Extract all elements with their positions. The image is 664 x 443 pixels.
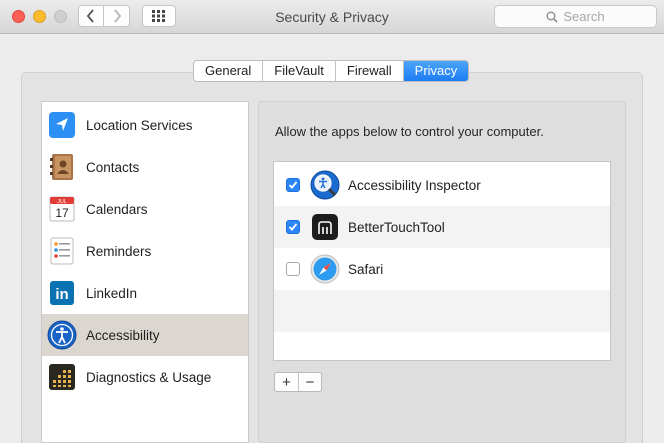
sidebar-item-label: LinkedIn <box>86 285 138 301</box>
safari-compass-icon <box>310 254 340 284</box>
search-field[interactable]: Search <box>494 5 657 28</box>
linkedin-mark: in <box>55 286 68 303</box>
checkmark-icon <box>288 181 298 189</box>
checkmark-icon <box>288 223 298 231</box>
app-list: Accessibility Inspector BetterTouchTool … <box>273 161 611 361</box>
tab-filevault[interactable]: FileVault <box>263 61 336 81</box>
calendar-month: JUL <box>57 199 67 205</box>
contacts-book-icon <box>47 152 77 182</box>
sidebar-item-location-services[interactable]: Location Services <box>42 104 248 146</box>
location-arrow-icon <box>47 110 77 140</box>
sidebar-item-contacts[interactable]: Contacts <box>42 146 248 188</box>
allow-checkbox-accessibility-inspector[interactable] <box>286 178 300 192</box>
allow-checkbox-bettertouchtool[interactable] <box>286 220 300 234</box>
diagnostics-grid-icon <box>47 362 77 392</box>
bettertouchtool-icon <box>310 212 340 242</box>
allow-checkbox-safari[interactable] <box>286 262 300 276</box>
app-name: BetterTouchTool <box>348 219 445 235</box>
search-icon <box>546 11 558 23</box>
list-item: BetterTouchTool <box>274 206 610 248</box>
sidebar-item-reminders[interactable]: Reminders <box>42 230 248 272</box>
app-name: Safari <box>348 261 384 277</box>
remove-app-button[interactable]: − <box>298 373 321 391</box>
list-item-empty <box>274 290 610 332</box>
tab-firewall[interactable]: Firewall <box>335 61 404 81</box>
search-placeholder: Search <box>563 9 605 24</box>
sidebar-item-calendars[interactable]: JUL 17 Calendars <box>42 188 248 230</box>
accessibility-inspector-icon <box>310 170 340 200</box>
sidebar-item-diagnostics-usage[interactable]: Diagnostics & Usage <box>42 356 248 398</box>
tab-privacy[interactable]: Privacy <box>403 61 469 81</box>
linkedin-icon: in <box>47 278 77 308</box>
tab-general[interactable]: General <box>194 61 264 81</box>
sidebar-item-label: Reminders <box>86 243 152 259</box>
tab-bar: General FileVault Firewall Privacy <box>193 60 470 82</box>
add-remove-control: + − <box>274 372 322 392</box>
sidebar-item-linkedin[interactable]: in LinkedIn <box>42 272 248 314</box>
list-item: Safari <box>274 248 610 290</box>
sidebar-item-label: Accessibility <box>86 327 160 343</box>
sidebar-item-accessibility[interactable]: Accessibility <box>42 314 248 356</box>
sidebar-item-label: Calendars <box>86 201 148 217</box>
pane-description: Allow the apps below to control your com… <box>275 124 544 139</box>
app-name: Accessibility Inspector <box>348 177 481 193</box>
title-bar: Security & Privacy Search <box>0 0 664 34</box>
add-app-button[interactable]: + <box>275 373 298 391</box>
sidebar-item-label: Location Services <box>86 117 193 133</box>
sidebar-item-label: Contacts <box>86 159 140 175</box>
sidebar-item-label: Diagnostics & Usage <box>86 369 212 385</box>
privacy-category-list: Location Services Contacts JUL 17 Calend… <box>41 101 249 443</box>
reminders-list-icon <box>47 236 77 266</box>
accessibility-icon <box>47 320 77 350</box>
list-item: Accessibility Inspector <box>274 164 610 206</box>
calendar-day: 17 <box>55 206 69 220</box>
calendar-icon: JUL 17 <box>47 194 77 224</box>
